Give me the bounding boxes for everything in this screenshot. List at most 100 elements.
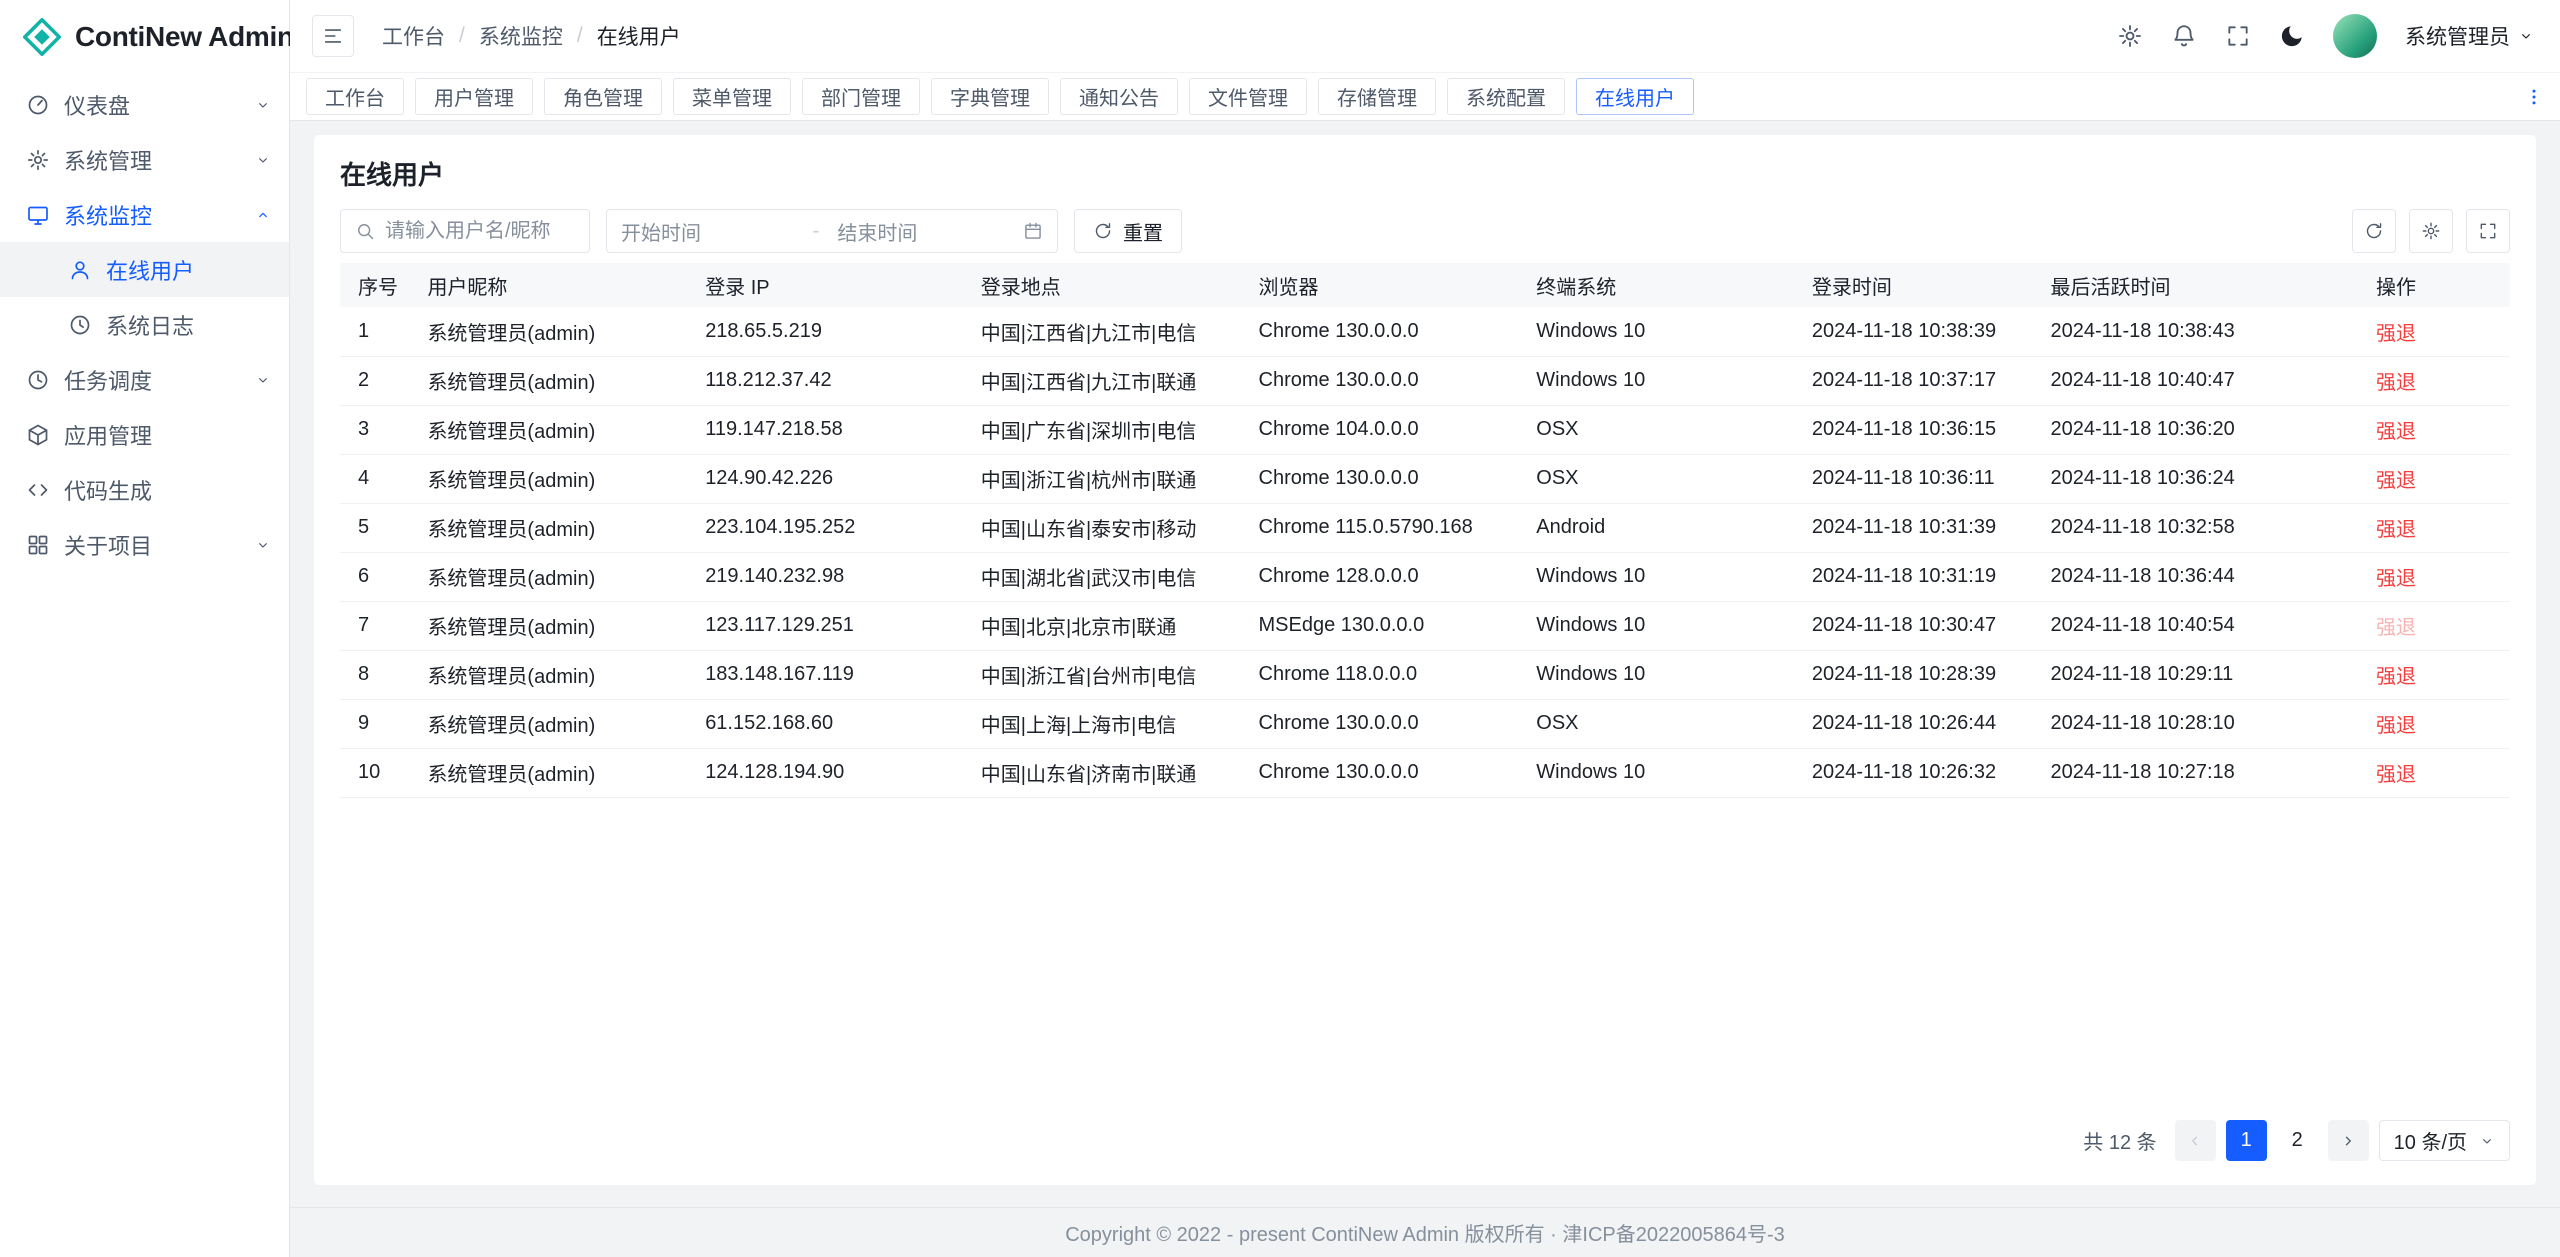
- page-size-select[interactable]: 10 条/页: [2379, 1120, 2510, 1161]
- search-input[interactable]: [385, 220, 575, 243]
- cell-no: 1: [340, 307, 409, 356]
- force-logout-link[interactable]: 强退: [2376, 323, 2416, 345]
- pagination-next-button[interactable]: [2328, 1120, 2369, 1161]
- tab-item[interactable]: 在线用户: [1576, 78, 1694, 115]
- page-title: 在线用户: [340, 159, 2510, 191]
- table-row: 8系统管理员(admin)183.148.167.119中国|浙江省|台州市|电…: [340, 650, 2510, 699]
- cell-location: 中国|广东省|深圳市|电信: [963, 405, 1241, 454]
- cell-action: 强退: [2358, 601, 2510, 650]
- cell-login_time: 2024-11-18 10:37:17: [1794, 356, 2033, 405]
- cell-nickname: 系统管理员(admin): [409, 748, 687, 797]
- settings-icon: [26, 148, 50, 172]
- cell-nickname: 系统管理员(admin): [409, 307, 687, 356]
- sidebar-item[interactable]: 关于项目: [0, 517, 289, 572]
- table-row: 4系统管理员(admin)124.90.42.226中国|浙江省|杭州市|联通C…: [340, 454, 2510, 503]
- sidebar-item-label: 仪表盘: [64, 89, 241, 121]
- cell-browser: Chrome 118.0.0.0: [1241, 650, 1519, 699]
- table-row: 9系统管理员(admin)61.152.168.60中国|上海|上海市|电信Ch…: [340, 699, 2510, 748]
- cell-login_time: 2024-11-18 10:30:47: [1794, 601, 2033, 650]
- cell-action: 强退: [2358, 503, 2510, 552]
- force-logout-link[interactable]: 强退: [2376, 666, 2416, 688]
- pagination-page-button[interactable]: 2: [2277, 1120, 2318, 1161]
- cell-location: 中国|上海|上海市|电信: [963, 699, 1241, 748]
- tab-item[interactable]: 部门管理: [802, 78, 920, 115]
- cell-browser: Chrome 130.0.0.0: [1241, 356, 1519, 405]
- tab-item[interactable]: 用户管理: [415, 78, 533, 115]
- force-logout-link[interactable]: 强退: [2376, 372, 2416, 394]
- sidebar-subitem[interactable]: 系统日志: [0, 297, 289, 352]
- app-title: ContiNew Admin: [75, 21, 294, 53]
- cell-no: 8: [340, 650, 409, 699]
- sidebar-item[interactable]: 系统监控: [0, 187, 289, 242]
- column-settings-button[interactable]: [2409, 209, 2453, 253]
- force-logout-link[interactable]: 强退: [2376, 568, 2416, 590]
- sidebar-item[interactable]: 仪表盘: [0, 77, 289, 132]
- refresh-table-button[interactable]: [2352, 209, 2396, 253]
- user-menu[interactable]: 系统管理员: [2405, 21, 2534, 51]
- grid-icon: [26, 533, 50, 557]
- settings-button[interactable]: [2117, 23, 2143, 49]
- chevron-down-icon: [255, 97, 271, 113]
- table-row: 10系统管理员(admin)124.128.194.90中国|山东省|济南市|联…: [340, 748, 2510, 797]
- sidebar-collapse-button[interactable]: [312, 15, 354, 57]
- tab-item[interactable]: 通知公告: [1060, 78, 1178, 115]
- force-logout-link[interactable]: 强退: [2376, 764, 2416, 786]
- cell-ip: 123.117.129.251: [687, 601, 963, 650]
- force-logout-link: 强退: [2376, 617, 2416, 639]
- expand-icon: [2478, 221, 2498, 241]
- reset-button-label: 重置: [1123, 217, 1163, 246]
- tab-item[interactable]: 角色管理: [544, 78, 662, 115]
- online-users-card: 在线用户 开始时间 - 结束时间: [314, 135, 2536, 1185]
- tab-more-button[interactable]: [2524, 87, 2544, 107]
- table-fullscreen-button[interactable]: [2466, 209, 2510, 253]
- cell-ip: 223.104.195.252: [687, 503, 963, 552]
- tab-item[interactable]: 工作台: [306, 78, 404, 115]
- fullscreen-button[interactable]: [2225, 23, 2251, 49]
- cell-login_time: 2024-11-18 10:26:32: [1794, 748, 2033, 797]
- cell-login_time: 2024-11-18 10:26:44: [1794, 699, 2033, 748]
- tab-item[interactable]: 存储管理: [1318, 78, 1436, 115]
- tab-item[interactable]: 系统配置: [1447, 78, 1565, 115]
- moon-icon: [2279, 23, 2305, 49]
- notifications-button[interactable]: [2171, 23, 2197, 49]
- sidebar-item[interactable]: 应用管理: [0, 407, 289, 462]
- breadcrumb-item[interactable]: 工作台: [382, 21, 445, 51]
- sidebar-subitem[interactable]: 在线用户: [0, 242, 289, 297]
- force-logout-link[interactable]: 强退: [2376, 421, 2416, 443]
- tab-item[interactable]: 菜单管理: [673, 78, 791, 115]
- cell-browser: Chrome 130.0.0.0: [1241, 699, 1519, 748]
- column-header: 终端系统: [1518, 263, 1794, 307]
- reset-button[interactable]: 重置: [1074, 209, 1182, 253]
- chevron-down-icon: [255, 152, 271, 168]
- dark-mode-toggle[interactable]: [2279, 23, 2305, 49]
- online-users-table: 序号用户昵称登录 IP登录地点浏览器终端系统登录时间最后活跃时间操作 1系统管理…: [340, 263, 2510, 798]
- tab-item[interactable]: 字典管理: [931, 78, 1049, 115]
- table-row: 7系统管理员(admin)123.117.129.251中国|北京|北京市|联通…: [340, 601, 2510, 650]
- date-range-picker[interactable]: 开始时间 - 结束时间: [606, 209, 1058, 253]
- cell-nickname: 系统管理员(admin): [409, 650, 687, 699]
- cell-no: 10: [340, 748, 409, 797]
- column-header: 操作: [2358, 263, 2510, 307]
- force-logout-link[interactable]: 强退: [2376, 519, 2416, 541]
- cell-last_active: 2024-11-18 10:36:20: [2033, 405, 2359, 454]
- pagination-prev-button[interactable]: [2175, 1120, 2216, 1161]
- app-logo-icon: [22, 17, 62, 57]
- cell-ip: 61.152.168.60: [687, 699, 963, 748]
- force-logout-link[interactable]: 强退: [2376, 470, 2416, 492]
- breadcrumb-item[interactable]: 系统监控: [479, 21, 563, 51]
- cell-location: 中国|江西省|九江市|电信: [963, 307, 1241, 356]
- force-logout-link[interactable]: 强退: [2376, 715, 2416, 737]
- cell-location: 中国|江西省|九江市|联通: [963, 356, 1241, 405]
- pagination-page-button[interactable]: 1: [2226, 1120, 2267, 1161]
- sidebar-item[interactable]: 系统管理: [0, 132, 289, 187]
- sidebar-item[interactable]: 代码生成: [0, 462, 289, 517]
- avatar[interactable]: [2333, 14, 2377, 58]
- cell-no: 3: [340, 405, 409, 454]
- tab-item[interactable]: 文件管理: [1189, 78, 1307, 115]
- cell-nickname: 系统管理员(admin): [409, 503, 687, 552]
- sidebar-subitem-label: 在线用户: [106, 254, 271, 286]
- more-vertical-icon: [2524, 87, 2544, 107]
- cell-location: 中国|山东省|泰安市|移动: [963, 503, 1241, 552]
- sidebar-item[interactable]: 任务调度: [0, 352, 289, 407]
- cell-action: 强退: [2358, 650, 2510, 699]
